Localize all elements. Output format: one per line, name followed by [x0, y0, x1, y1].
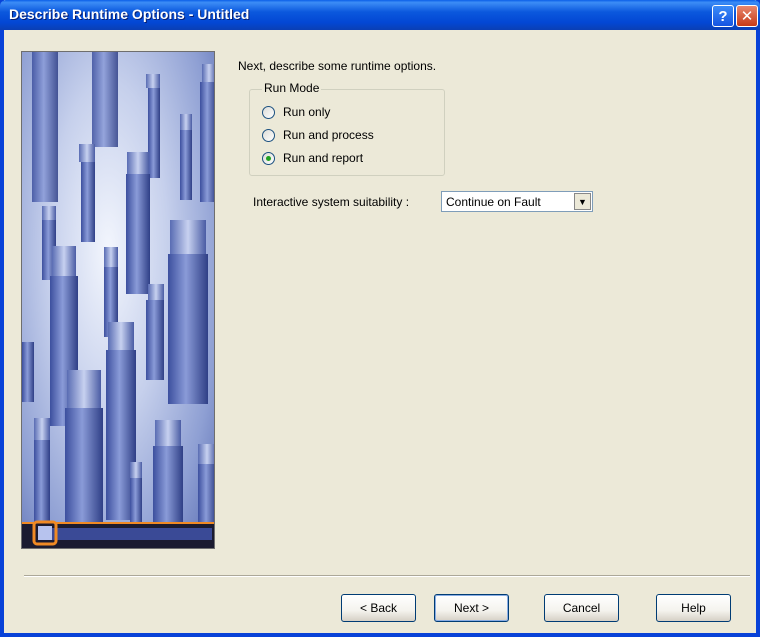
close-icon: ✕ — [740, 8, 754, 25]
radio-button-selected[interactable] — [262, 151, 275, 165]
footer-separator — [24, 575, 750, 577]
suitability-dropdown[interactable]: Continue on Fault ▼ — [441, 191, 593, 212]
next-button[interactable]: Next > — [434, 594, 509, 622]
window-title: Describe Runtime Options - Untitled — [9, 6, 250, 22]
title-help-button[interactable]: ? — [712, 5, 734, 27]
suitability-label: Interactive system suitability : — [253, 195, 410, 209]
suitability-value: Continue on Fault — [446, 195, 541, 209]
cancel-button[interactable]: Cancel — [544, 594, 619, 622]
radio-run-and-report[interactable]: Run and report — [262, 150, 363, 166]
title-close-button[interactable]: ✕ — [736, 5, 758, 27]
radio-run-only[interactable]: Run only — [262, 104, 330, 120]
question-mark-icon: ? — [718, 7, 728, 25]
radio-label: Run and process — [283, 128, 374, 142]
run-mode-legend: Run Mode — [262, 81, 322, 95]
back-button[interactable]: < Back — [341, 594, 416, 622]
radio-button[interactable] — [262, 105, 275, 119]
dropdown-arrow-icon[interactable]: ▼ — [574, 193, 591, 210]
vials-illustration — [22, 52, 214, 548]
wizard-banner-image — [21, 51, 215, 549]
radio-run-and-process[interactable]: Run and process — [262, 127, 374, 143]
instruction-text: Next, describe some runtime options. — [238, 59, 437, 73]
radio-label: Run only — [283, 105, 331, 119]
help-button[interactable]: Help — [656, 594, 731, 622]
radio-label: Run and report — [283, 151, 364, 165]
title-bar[interactable]: Describe Runtime Options - Untitled ? ✕ — [0, 0, 760, 30]
radio-button[interactable] — [262, 128, 275, 142]
